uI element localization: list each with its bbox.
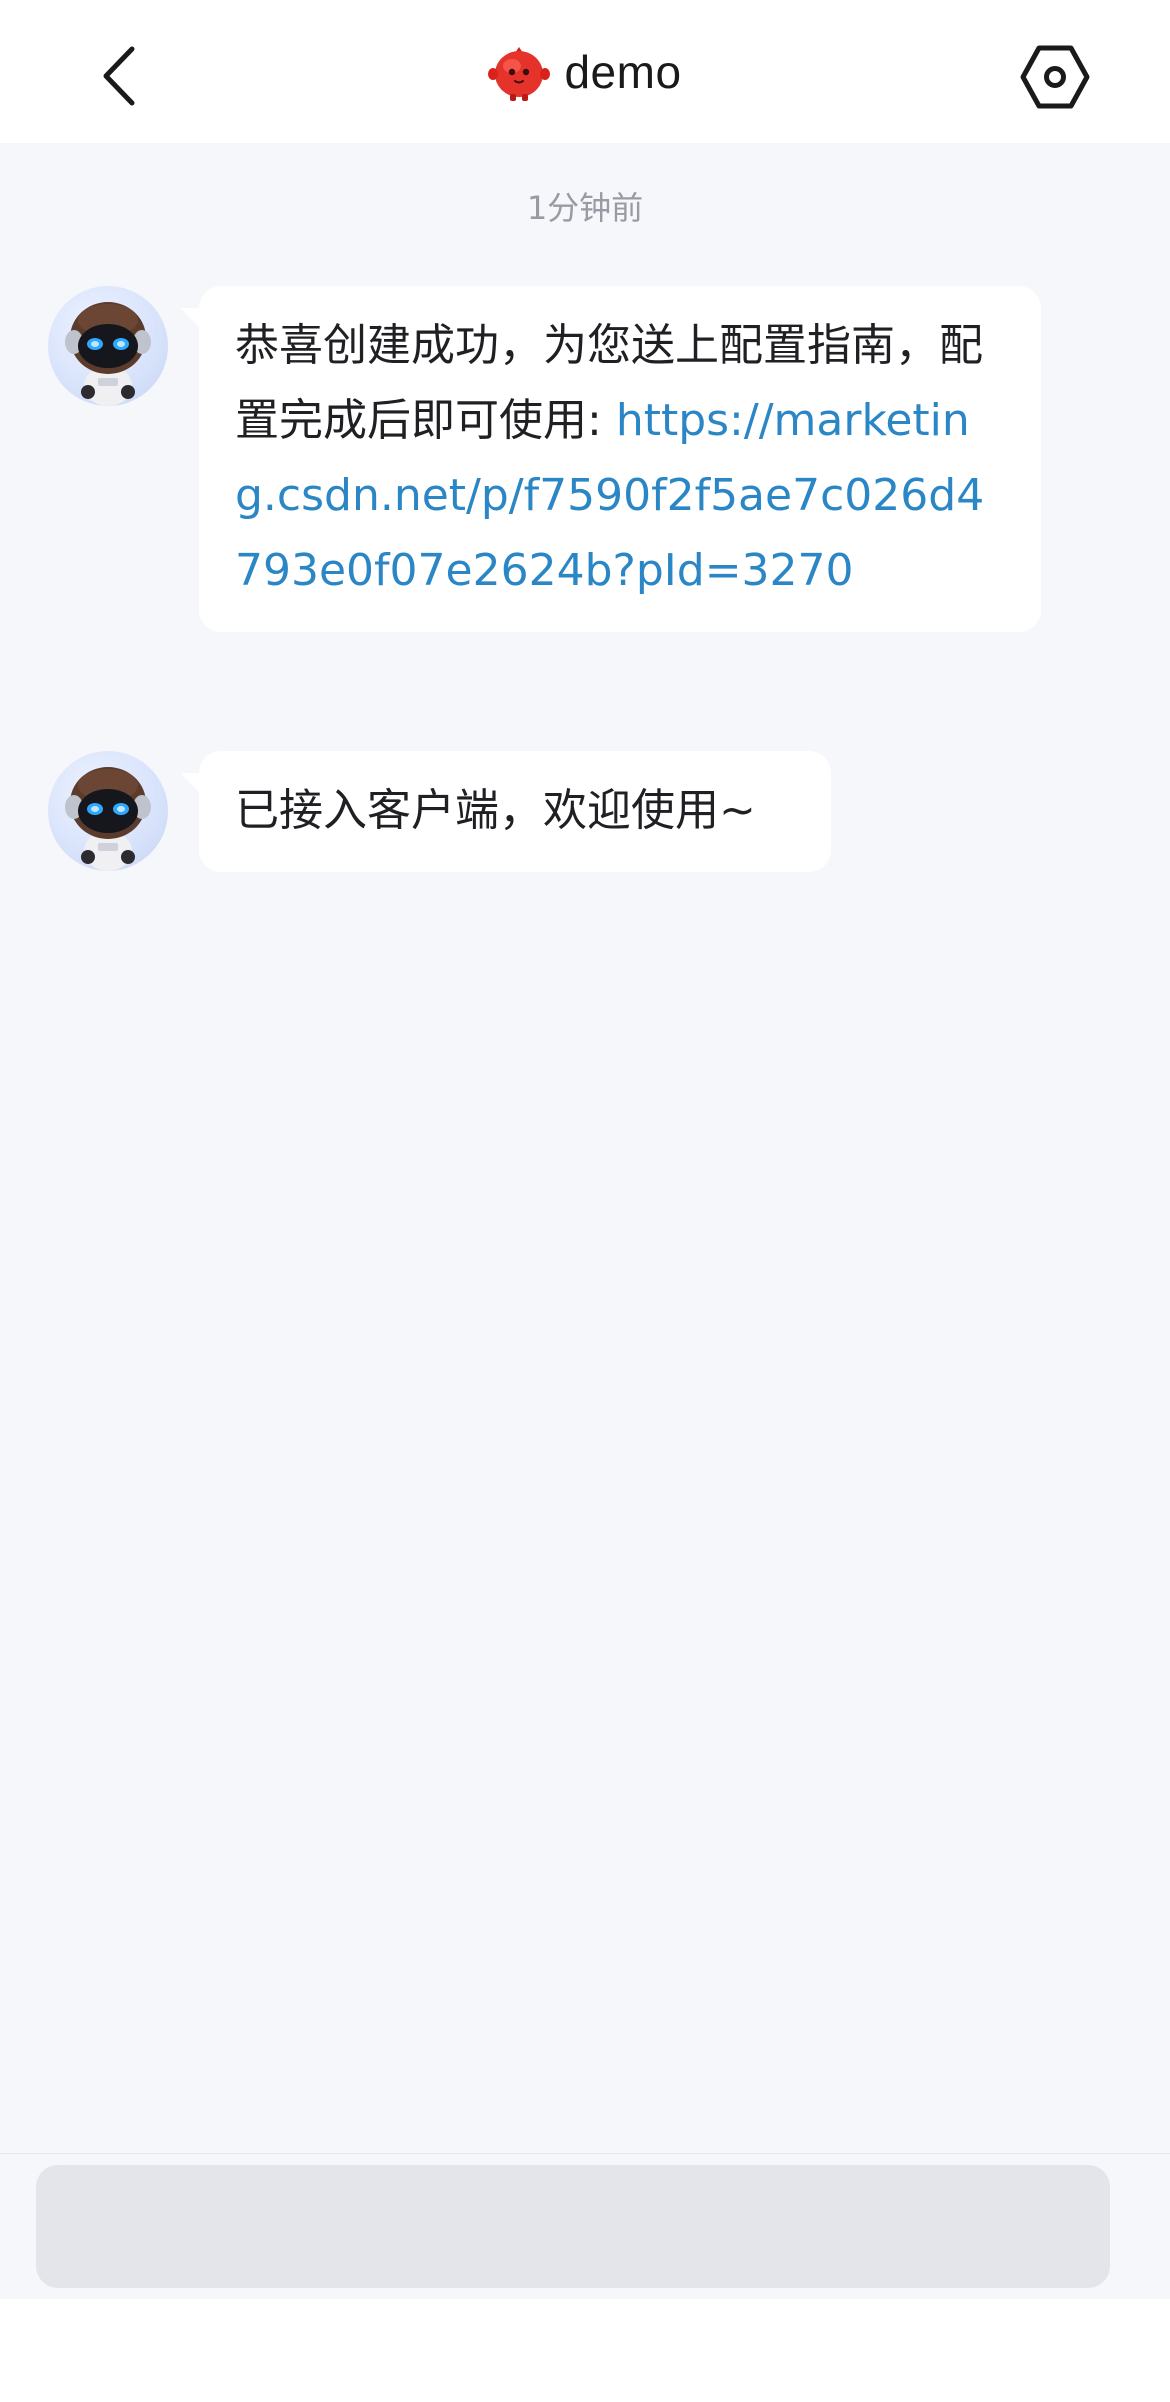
- top-nav-bar: demo: [0, 0, 1170, 143]
- message-timestamp: 1分钟前: [526, 189, 644, 227]
- red-mascot-logo: [488, 46, 551, 101]
- message-bubble[interactable]: 恭喜创建成功，为您送上配置指南，配置完成后即可使用: https://marke…: [181, 286, 1041, 632]
- chat-screen: demo 1分钟前 恭喜创建成功，为您送上配置指南，配置完成后即可使用: htt…: [0, 0, 1170, 2402]
- robot-icon: [65, 767, 151, 871]
- message-text: 已接入客户端，欢迎使用~: [235, 785, 756, 836]
- robot-icon: [65, 302, 151, 406]
- message-input[interactable]: [36, 2165, 1110, 2288]
- settings-button[interactable]: [1016, 38, 1094, 116]
- robot-avatar[interactable]: [48, 751, 168, 871]
- message-row: 恭喜创建成功，为您送上配置指南，配置完成后即可使用: https://marke…: [0, 286, 1170, 706]
- input-bar: [0, 2153, 1170, 2299]
- message-row: 已接入客户端，欢迎使用~: [0, 751, 1170, 872]
- hexagon-settings-icon: [1020, 45, 1090, 109]
- chevron-left-icon: [103, 46, 135, 106]
- home-indicator-area: [0, 2299, 1170, 2402]
- message-bubble[interactable]: 已接入客户端，欢迎使用~: [181, 751, 831, 872]
- back-button[interactable]: [78, 32, 158, 120]
- page-title: demo: [564, 45, 682, 98]
- robot-avatar[interactable]: [48, 286, 168, 406]
- title-group: demo: [0, 0, 1170, 143]
- chat-message-area[interactable]: 1分钟前 恭喜创建成功，为您送上配置指南，配置完成后即可使用: https://…: [0, 143, 1170, 2153]
